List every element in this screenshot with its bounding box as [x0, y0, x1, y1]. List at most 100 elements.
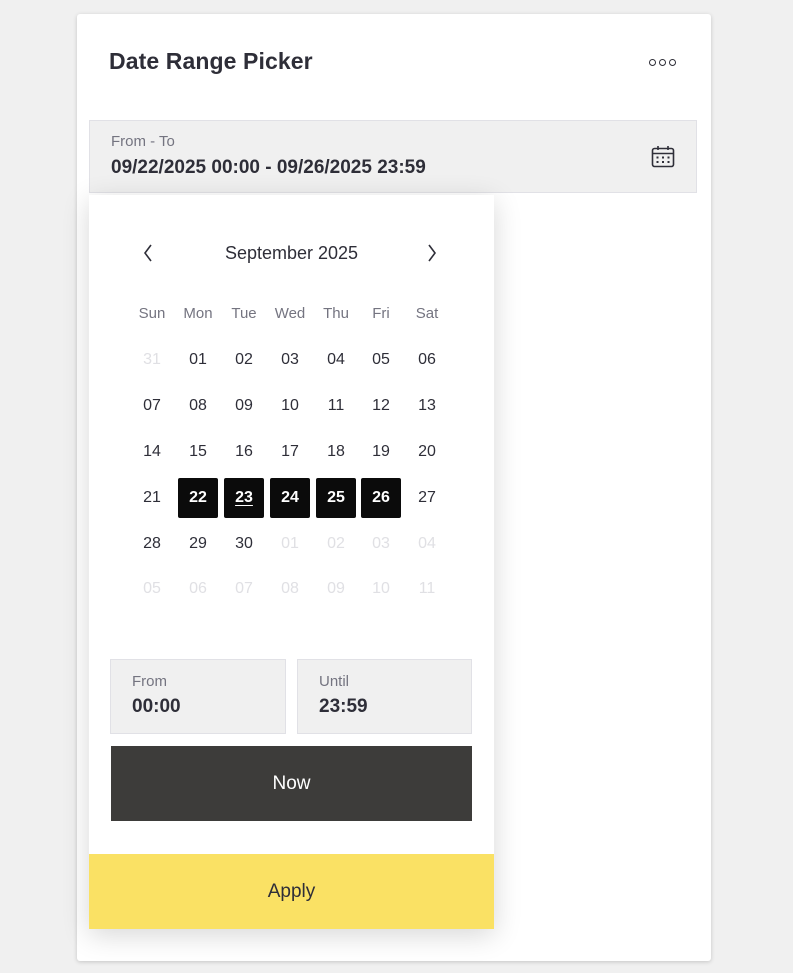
day-number: 11 — [327, 397, 345, 414]
day-number: 12 — [372, 397, 390, 414]
weekday-label: Mon — [183, 305, 213, 322]
day-number: 09 — [235, 397, 253, 414]
day-cell[interactable]: 09 — [224, 386, 264, 426]
day-number: 21 — [143, 489, 161, 506]
day-cell[interactable]: 09 — [316, 569, 356, 609]
now-button[interactable]: Now — [111, 746, 472, 821]
day-cell[interactable]: 28 — [132, 524, 172, 564]
day-number: 01 — [189, 351, 207, 368]
chevron-right-icon — [428, 244, 436, 262]
day-number: 26 — [372, 489, 390, 506]
date-range-label: From - To — [111, 133, 175, 150]
day-number: 03 — [372, 535, 390, 552]
day-number: 02 — [235, 351, 253, 368]
day-cell[interactable]: 12 — [361, 386, 401, 426]
date-range-input[interactable]: From - To 09/22/2025 00:00 - 09/26/2025 … — [89, 120, 697, 193]
day-cell[interactable]: 10 — [361, 569, 401, 609]
day-cell[interactable]: 13 — [407, 386, 447, 426]
until-time-value: 23:59 — [319, 696, 368, 717]
day-cell[interactable]: 17 — [270, 432, 310, 472]
day-cell[interactable]: 15 — [178, 432, 218, 472]
day-number: 24 — [281, 489, 299, 506]
day-number: 23 — [235, 489, 253, 506]
day-cell[interactable]: 20 — [407, 432, 447, 472]
day-number: 29 — [189, 535, 207, 552]
day-cell[interactable]: 07 — [224, 569, 264, 609]
day-number: 05 — [143, 580, 161, 597]
day-number: 10 — [281, 397, 299, 414]
weekday-label: Wed — [274, 305, 306, 322]
day-cell[interactable]: 11 — [407, 569, 447, 609]
weekday-label: Thu — [323, 305, 349, 322]
day-cell[interactable]: 10 — [270, 386, 310, 426]
card-title: Date Range Picker — [109, 48, 313, 74]
day-cell[interactable]: 19 — [361, 432, 401, 472]
day-number: 06 — [189, 580, 207, 597]
day-cell[interactable]: 08 — [270, 569, 310, 609]
until-time-field[interactable]: Until 23:59 — [297, 659, 472, 734]
day-number: 17 — [281, 443, 299, 460]
day-cell[interactable]: 05 — [361, 340, 401, 380]
day-cell-selected[interactable]: 23 — [224, 478, 264, 518]
more-options-button[interactable] — [647, 54, 677, 70]
day-number: 28 — [143, 535, 161, 552]
day-cell[interactable]: 02 — [224, 340, 264, 380]
day-cell[interactable]: 03 — [361, 524, 401, 564]
day-number: 14 — [143, 443, 161, 460]
day-number: 13 — [418, 397, 436, 414]
day-cell[interactable]: 05 — [132, 569, 172, 609]
day-number: 16 — [235, 443, 253, 460]
day-number: 06 — [418, 351, 436, 368]
day-cell[interactable]: 04 — [407, 524, 447, 564]
day-cell[interactable]: 04 — [316, 340, 356, 380]
day-number: 11 — [418, 580, 436, 597]
apply-button[interactable]: Apply — [89, 854, 494, 929]
weekday-label: Fri — [372, 305, 390, 322]
calendar-icon[interactable] — [651, 145, 675, 169]
day-cell[interactable]: 16 — [224, 432, 264, 472]
day-number: 19 — [372, 443, 390, 460]
date-range-value: 09/22/2025 00:00 - 09/26/2025 23:59 — [111, 157, 426, 178]
day-cell[interactable]: 27 — [407, 478, 447, 518]
day-number: 30 — [235, 535, 253, 552]
day-cell[interactable]: 30 — [224, 524, 264, 564]
day-cell-selected[interactable]: 25 — [316, 478, 356, 518]
day-number: 05 — [372, 351, 390, 368]
day-cell[interactable]: 11 — [316, 386, 356, 426]
day-cell[interactable]: 14 — [132, 432, 172, 472]
day-number: 22 — [189, 489, 207, 506]
more-dot — [658, 58, 666, 66]
day-cell-selected[interactable]: 22 — [178, 478, 218, 518]
day-number: 10 — [372, 580, 390, 597]
next-month-button[interactable] — [421, 241, 443, 265]
day-cell[interactable]: 29 — [178, 524, 218, 564]
day-cell[interactable]: 03 — [270, 340, 310, 380]
day-cell[interactable]: 01 — [270, 524, 310, 564]
more-horizontal-icon — [648, 58, 656, 66]
day-cell[interactable]: 01 — [178, 340, 218, 380]
day-cell[interactable]: 06 — [407, 340, 447, 380]
day-number: 08 — [281, 580, 299, 597]
day-number: 07 — [143, 397, 161, 414]
weekday-label: Sun — [138, 305, 166, 322]
day-cell[interactable]: 08 — [178, 386, 218, 426]
day-number: 01 — [281, 535, 299, 552]
day-cell[interactable]: 07 — [132, 386, 172, 426]
day-cell-selected[interactable]: 26 — [361, 478, 401, 518]
day-cell-selected[interactable]: 24 — [270, 478, 310, 518]
day-number: 02 — [327, 535, 345, 552]
day-cell[interactable]: 21 — [132, 478, 172, 518]
day-cell[interactable]: 31 — [132, 340, 172, 380]
until-time-label: Until — [319, 673, 350, 690]
weekday-label: Sat — [415, 305, 439, 322]
from-time-value: 00:00 — [132, 696, 181, 717]
day-cell[interactable]: 02 — [316, 524, 356, 564]
from-time-field[interactable]: From 00:00 — [110, 659, 286, 734]
day-number: 18 — [327, 443, 345, 460]
day-cell[interactable]: 06 — [178, 569, 218, 609]
day-number: 09 — [327, 580, 345, 597]
day-number: 25 — [327, 489, 345, 506]
more-dot — [668, 58, 676, 66]
day-cell[interactable]: 18 — [316, 432, 356, 472]
day-number: 08 — [189, 397, 207, 414]
